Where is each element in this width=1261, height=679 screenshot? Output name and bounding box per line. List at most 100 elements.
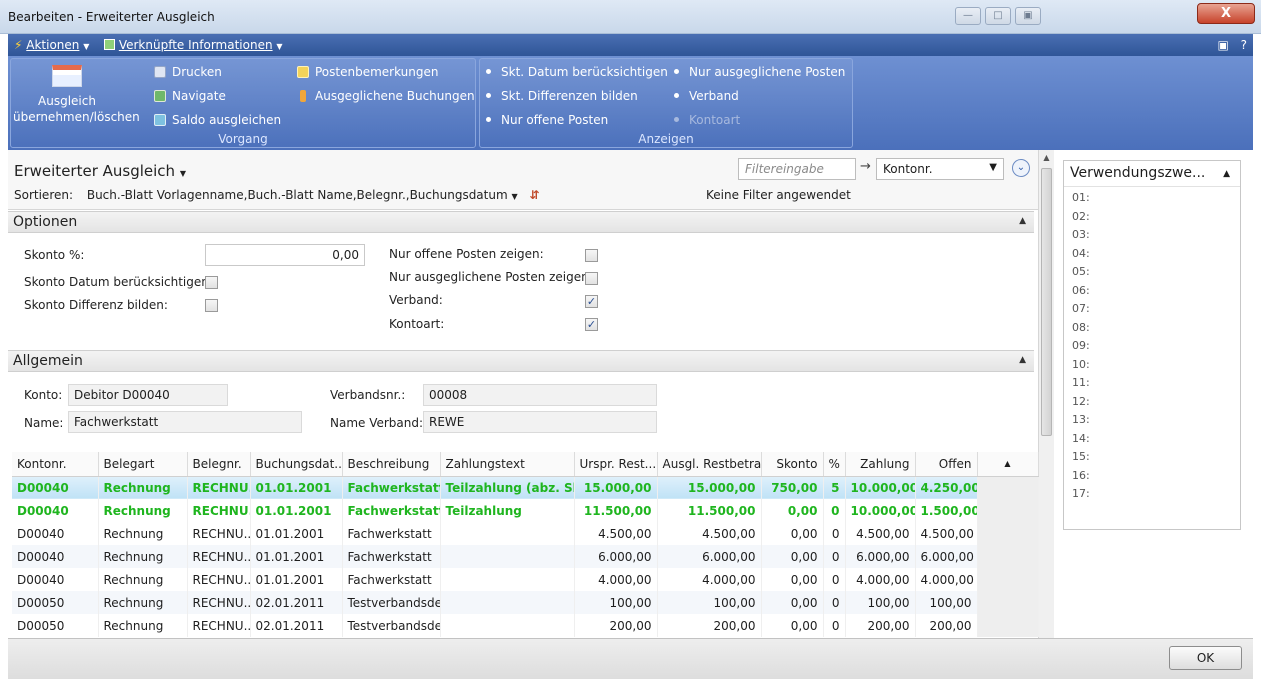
table-cell[interactable]: Rechnung xyxy=(98,591,188,614)
table-cell[interactable]: Fachwerkstatt xyxy=(342,476,441,499)
sort-order-icon[interactable]: ⇵ xyxy=(529,188,539,202)
table-cell[interactable]: D00040 xyxy=(12,476,99,499)
table-cell[interactable]: 4.000,00 xyxy=(574,568,658,591)
table-cell[interactable]: 6.000,00 xyxy=(574,545,658,568)
menu-actions[interactable]: ⚡ Aktionen ▼ xyxy=(14,38,89,52)
table-cell[interactable]: 200,00 xyxy=(915,614,978,637)
table-scrollbar-cell[interactable] xyxy=(977,568,1039,591)
konto-field[interactable]: Debitor D00040 xyxy=(68,384,228,406)
column-header[interactable]: Beschreibung xyxy=(342,452,441,477)
table-cell[interactable]: 01.01.2001 xyxy=(250,522,343,545)
nur-offene-checkbox[interactable] xyxy=(585,249,598,262)
table-cell[interactable]: Fachwerkstatt xyxy=(342,522,441,545)
table-cell[interactable]: 100,00 xyxy=(915,591,978,614)
table-row[interactable]: D00050 Rechnung RECHNU... 02.01.2011 Testver… xyxy=(12,591,1039,614)
section-allgemein[interactable]: Allgemein ▲ xyxy=(8,350,1034,372)
column-header[interactable]: Buchungsdat... xyxy=(250,452,343,477)
table-cell[interactable]: D00040 xyxy=(12,499,99,522)
table-cell[interactable] xyxy=(440,545,575,568)
table-cell[interactable]: 6.000,00 xyxy=(657,545,762,568)
table-cell[interactable] xyxy=(440,568,575,591)
kontoart-checkbox[interactable]: ✓ xyxy=(585,318,598,331)
table-cell[interactable]: Teilzahlung (abz. Skonto) xyxy=(440,476,575,499)
table-cell[interactable]: Rechnung xyxy=(98,568,188,591)
toggle-skt-datum[interactable]: Skt. Datum berücksichtigen xyxy=(482,65,668,79)
table-cell[interactable]: 1.500,00 xyxy=(915,499,978,522)
skonto-pct-input[interactable]: 0,00 xyxy=(205,244,365,266)
table-cell[interactable]: RECHNU... xyxy=(187,591,251,614)
table-cell[interactable]: 4.000,00 xyxy=(845,568,916,591)
table-cell[interactable]: 200,00 xyxy=(657,614,762,637)
table-row[interactable]: D00040RechnungRECHNU...01.01.2001Fachwer… xyxy=(12,476,1039,499)
table-cell[interactable]: 0 xyxy=(823,614,846,637)
table-cell[interactable]: 01.01.2001 xyxy=(250,499,343,522)
table-row[interactable]: D00040RechnungRECHNU...01.01.2001Fachwer… xyxy=(12,522,1039,545)
column-header[interactable]: Urspr. Rest... xyxy=(574,452,658,477)
table-cell[interactable]: RECHNU... xyxy=(187,476,251,499)
table-cell[interactable]: 15.000,00 xyxy=(574,476,658,499)
table-cell[interactable]: 4.000,00 xyxy=(915,568,978,591)
column-header[interactable]: Kontonr. xyxy=(12,452,99,477)
table-cell[interactable]: Fachwerkstatt xyxy=(342,499,441,522)
table-cell[interactable]: 100,00 xyxy=(574,591,658,614)
table-cell[interactable]: Rechnung xyxy=(98,522,188,545)
table-cell[interactable]: Testverbandsdeb xyxy=(342,614,441,637)
table-cell[interactable] xyxy=(440,522,575,545)
table-cell[interactable]: Testverbandsdeb xyxy=(342,591,441,614)
table-cell[interactable]: D00050 xyxy=(12,614,99,637)
table-row[interactable]: D00040RechnungRECHNU...01.01.2001Fachwer… xyxy=(12,568,1039,591)
table-cell[interactable]: 10.000,00 xyxy=(845,476,916,499)
table-row[interactable]: D00040RechnungRECHNU...01.01.2001Fachwer… xyxy=(12,499,1039,522)
table-cell[interactable]: 10.000,00 xyxy=(845,499,916,522)
toggle-nur-ausgeglichene[interactable]: Nur ausgeglichene Posten xyxy=(670,65,845,79)
table-cell[interactable]: RECHNU... xyxy=(187,614,251,637)
verbandsnr-field[interactable]: 00008 xyxy=(423,384,657,406)
page-scrollbar[interactable]: ▲ xyxy=(1038,150,1054,638)
table-cell[interactable]: Rechnung xyxy=(98,545,188,568)
filter-field-select[interactable]: Kontonr. ▼ xyxy=(876,158,1004,180)
table-cell[interactable]: 0 xyxy=(823,499,846,522)
column-header[interactable]: Skonto xyxy=(761,452,824,477)
minimize-button[interactable]: — xyxy=(955,7,981,25)
collapse-icon[interactable]: ▲ xyxy=(1223,169,1230,179)
entry-notes-button[interactable]: Postenbemerkungen xyxy=(297,65,439,79)
name-verband-field[interactable]: REWE xyxy=(423,411,657,433)
collapse-icon[interactable]: ▲ xyxy=(1019,216,1026,226)
table-cell[interactable]: 0,00 xyxy=(761,522,824,545)
table-cell[interactable]: 4.500,00 xyxy=(657,522,762,545)
table-cell[interactable]: 11.500,00 xyxy=(657,499,762,522)
table-cell[interactable]: 4.250,00 xyxy=(915,476,978,499)
table-scrollbar-cell[interactable] xyxy=(977,614,1039,637)
table-cell[interactable]: 0,00 xyxy=(761,499,824,522)
table-scrollbar-cell[interactable] xyxy=(977,545,1039,568)
table-cell[interactable]: 100,00 xyxy=(845,591,916,614)
table-cell[interactable]: D00040 xyxy=(12,568,99,591)
table-cell[interactable]: RECHNU... xyxy=(187,545,251,568)
table-cell[interactable]: 0 xyxy=(823,568,846,591)
table-cell[interactable]: 200,00 xyxy=(845,614,916,637)
table-cell[interactable]: Rechnung xyxy=(98,476,188,499)
table-cell[interactable]: 0,00 xyxy=(761,591,824,614)
table-cell[interactable]: Fachwerkstatt xyxy=(342,545,441,568)
table-cell[interactable]: D00040 xyxy=(12,545,99,568)
table-cell[interactable]: D00050 xyxy=(12,591,99,614)
table-cell[interactable]: 4.500,00 xyxy=(574,522,658,545)
table-cell[interactable]: 200,00 xyxy=(574,614,658,637)
table-scroll-up-icon[interactable]: ▲ xyxy=(977,452,1039,477)
scroll-up-icon[interactable]: ▲ xyxy=(1039,153,1054,162)
table-cell[interactable]: Rechnung xyxy=(98,614,188,637)
pane-header[interactable]: Verwendungszwe... ▲ xyxy=(1064,161,1240,187)
table-scrollbar-cell[interactable] xyxy=(977,499,1039,522)
table-cell[interactable]: 0 xyxy=(823,545,846,568)
table-cell[interactable]: Teilzahlung xyxy=(440,499,575,522)
toggle-verband[interactable]: Verband xyxy=(670,89,739,103)
apply-button[interactable]: Ausgleich übernehmen/löschen xyxy=(13,63,140,127)
column-header[interactable]: Offen xyxy=(915,452,978,477)
table-cell[interactable]: 6.000,00 xyxy=(845,545,916,568)
menubar-right-controls[interactable]: ▣ ? xyxy=(1217,38,1247,52)
balance-button[interactable]: Saldo ausgleichen xyxy=(154,113,281,127)
table-cell[interactable]: 100,00 xyxy=(657,591,762,614)
page-title[interactable]: Erweiterter Ausgleich ▼ xyxy=(14,162,186,180)
menu-related-info[interactable]: Verknüpfte Informationen ▼ xyxy=(104,38,283,52)
toggle-skt-differenzen[interactable]: Skt. Differenzen bilden xyxy=(482,89,638,103)
